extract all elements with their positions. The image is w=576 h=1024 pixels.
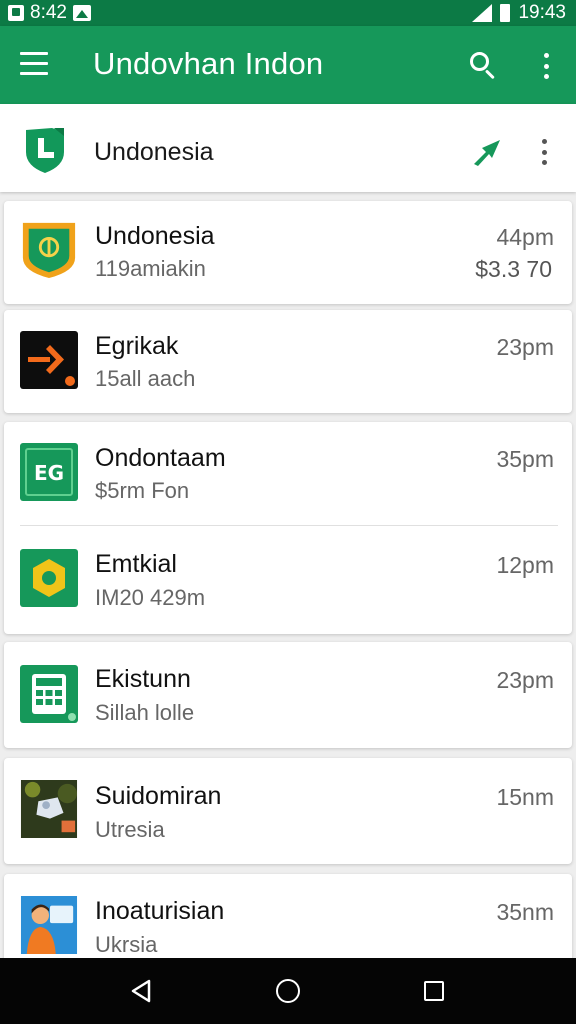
image-notification-icon [72,5,91,21]
list-item[interactable] [4,201,572,304]
divider [20,525,558,526]
item-subtitle: $5rm Fon [95,478,190,503]
item-subtitle: Sillah lolle [95,700,195,725]
hexagon-app-icon [20,549,78,607]
app-title: Undovhan Indon [93,46,324,81]
eg-app-icon: EG [20,443,78,501]
item-time: 23pm [496,667,554,693]
item-title: Ekistunn [95,665,191,693]
item-time: 23pm [496,334,554,360]
photo-thumbnail-icon [20,780,78,838]
item-subtitle: IM20 429m [95,585,206,610]
app-bar: Undovhan Indon [0,26,576,104]
item-time: 12pm [496,552,554,578]
recents-icon[interactable] [424,981,444,1001]
status-left-text: 8:42 [30,2,67,23]
item-time: 35nm [496,899,554,925]
status-time: 19:43 [518,2,566,23]
back-icon[interactable] [130,979,152,1003]
more-vertical-icon[interactable] [542,139,548,165]
item-title: Inoaturisian [95,897,225,925]
svg-text:EG: EG [34,461,64,485]
arrow-up-right-icon[interactable] [470,134,504,168]
item-amount: $3.3 70 [475,256,552,282]
arrow-app-icon [20,331,78,389]
battery-icon [500,4,511,22]
item-subtitle: Utresia [95,817,165,842]
list-group [4,422,572,634]
more-vertical-icon[interactable] [544,53,550,79]
item-time: 15nm [496,784,554,810]
item-subtitle: Ukrsia [95,932,158,957]
signal-icon [472,4,493,22]
list-item[interactable] [4,758,572,864]
item-title: Undonesia [95,222,215,250]
item-subtitle: 15all aach [95,366,196,391]
shield-app-icon [22,222,76,279]
item-time: 44pm [496,224,554,250]
notification-icon [8,5,24,21]
account-title: Undonesia [94,138,214,166]
item-title: Suidomiran [95,782,222,810]
item-subtitle: 119amiakin [95,256,206,281]
item-title: Egrikak [95,332,179,360]
search-icon[interactable] [468,50,498,80]
avatar-thumbnail-icon [20,896,78,954]
list-item[interactable] [4,642,572,748]
calculator-app-icon [20,665,78,723]
item-time: 35pm [496,446,554,472]
home-icon[interactable] [276,979,300,1003]
status-bar: 8:42 19:43 [0,0,576,26]
shield-logo-icon [26,128,64,173]
menu-icon[interactable] [20,52,48,76]
item-title[interactable]: Ondontaam [95,444,226,473]
item-title[interactable]: Emtkial [95,550,177,579]
list-item[interactable] [4,310,572,413]
